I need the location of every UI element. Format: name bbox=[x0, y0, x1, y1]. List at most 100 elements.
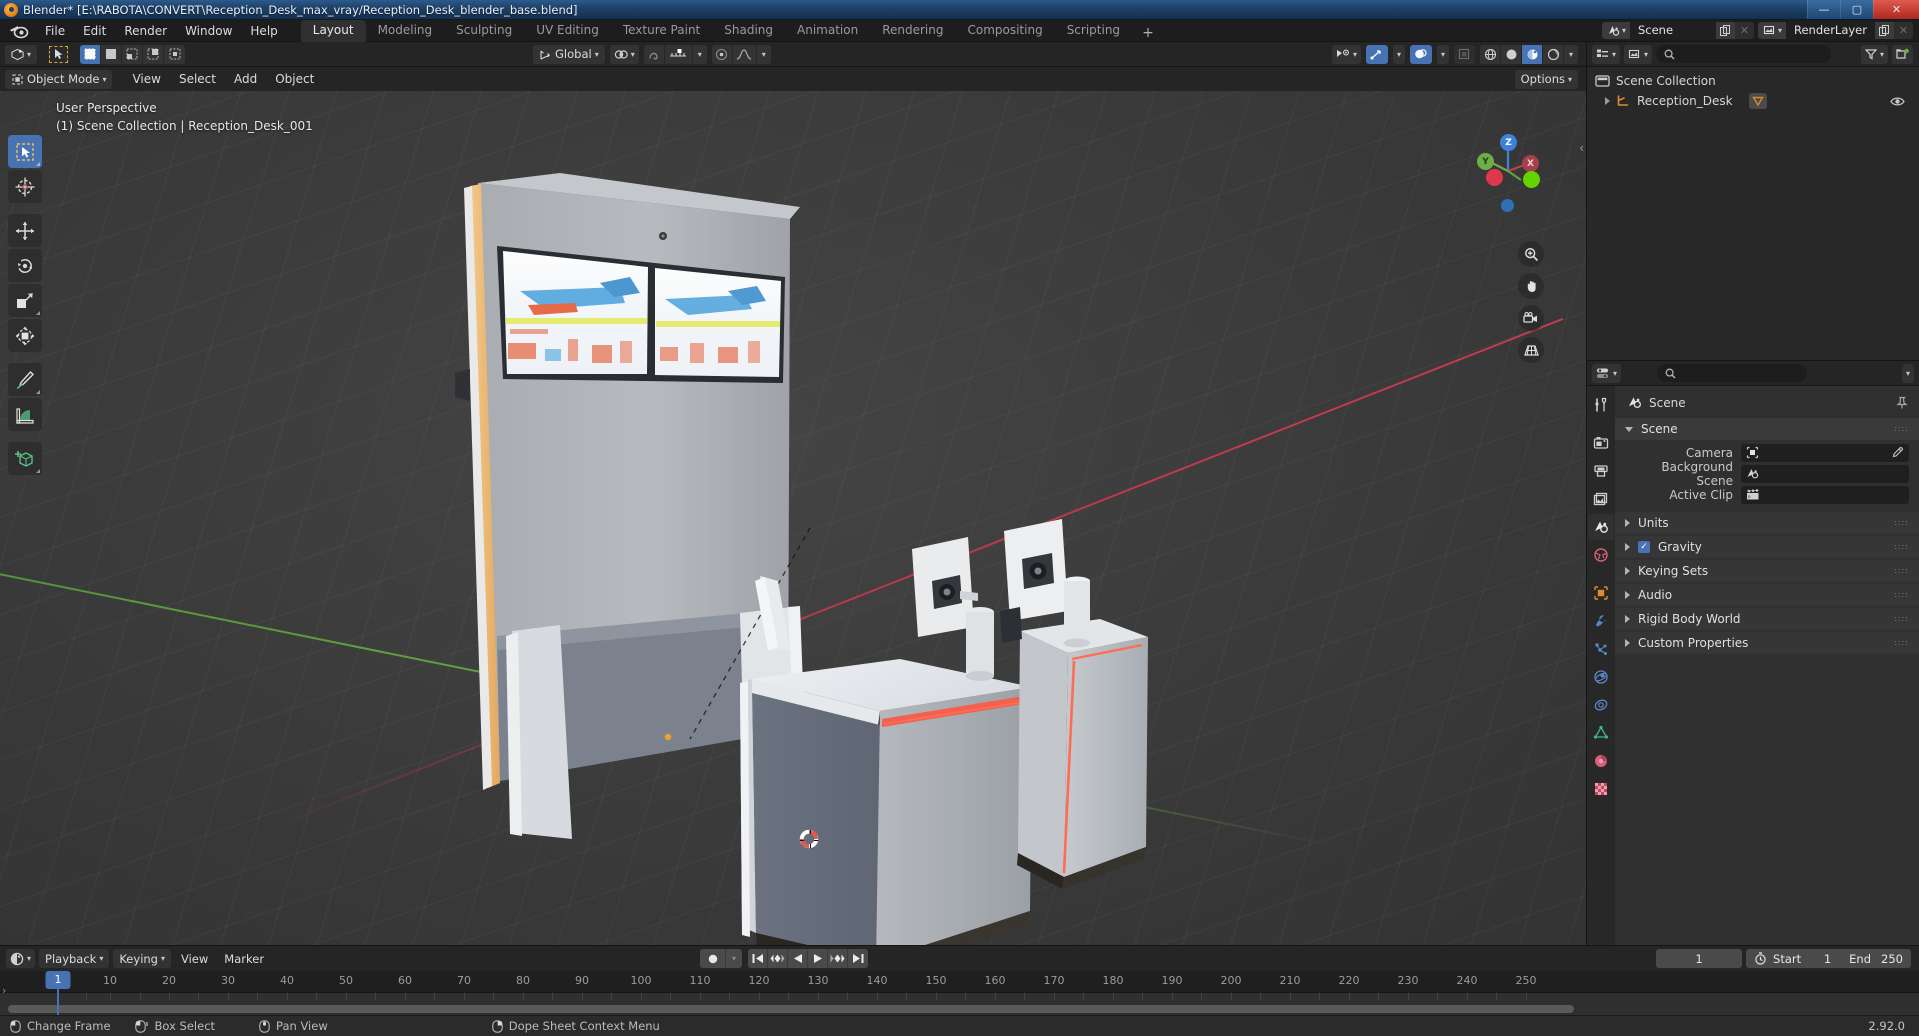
tab-output-icon[interactable] bbox=[1588, 458, 1614, 484]
panel-header-gravity[interactable]: ✓ Gravity :::: bbox=[1615, 536, 1919, 558]
tool-tweak-select-box[interactable] bbox=[8, 135, 42, 168]
new-viewlayer-button[interactable] bbox=[1875, 22, 1894, 39]
tool-move[interactable] bbox=[8, 214, 42, 247]
play-reverse-icon[interactable] bbox=[788, 949, 808, 968]
3d-viewport[interactable]: ▾ Global ▾ ▾ ▾ ▾ ▾ ▾ ▾ ▾ Object Mode ▾ V… bbox=[0, 42, 1586, 945]
tool-measure[interactable] bbox=[8, 398, 42, 431]
pivot-point-selector[interactable]: ▾ bbox=[609, 44, 639, 64]
tab-shading[interactable]: Shading bbox=[712, 20, 785, 42]
camera-field[interactable] bbox=[1741, 443, 1909, 462]
sidebar-toggle-arrow[interactable]: ‹ bbox=[1579, 141, 1584, 155]
jump-to-end-icon[interactable] bbox=[848, 949, 868, 968]
timeline-view-menu[interactable]: View bbox=[175, 949, 214, 968]
minimize-button[interactable]: — bbox=[1807, 0, 1840, 19]
active-clip-field[interactable]: o bbox=[1741, 485, 1909, 504]
overlays-dropdown-caret[interactable]: ▾ bbox=[1436, 44, 1449, 64]
select-invert-icon[interactable] bbox=[143, 44, 165, 64]
tab-viewlayer-icon[interactable] bbox=[1588, 486, 1614, 512]
timeline-editor[interactable]: ▾ Playback ▾ Keying ▾ View Marker ▾ 1 St… bbox=[0, 945, 1919, 1016]
tool-scale[interactable] bbox=[8, 284, 42, 317]
tab-world-icon[interactable] bbox=[1588, 542, 1614, 568]
tool-add-cube[interactable] bbox=[8, 442, 42, 475]
snap-toggle-icon[interactable] bbox=[644, 44, 665, 64]
auto-keying-group[interactable]: ▾ bbox=[700, 949, 742, 968]
tab-object-icon[interactable] bbox=[1588, 580, 1614, 606]
eyedropper-icon[interactable] bbox=[1891, 446, 1904, 459]
snapping-group[interactable]: ▾ bbox=[643, 44, 707, 64]
pan-hand-icon[interactable] bbox=[1518, 273, 1544, 299]
play-icon[interactable] bbox=[808, 949, 828, 968]
viewlayer-icon[interactable]: ▾ bbox=[1757, 22, 1786, 39]
scene-name-field[interactable]: Scene bbox=[1629, 22, 1716, 39]
rendered-shading-icon[interactable] bbox=[1543, 44, 1564, 64]
material-preview-shading-icon[interactable] bbox=[1522, 44, 1543, 64]
unlink-scene-button[interactable]: ✕ bbox=[1734, 22, 1754, 39]
tab-material-icon[interactable] bbox=[1588, 748, 1614, 774]
blender-logo-icon[interactable] bbox=[8, 22, 30, 40]
gizmo-axis-y[interactable]: Y bbox=[1477, 153, 1494, 170]
outliner-row-scene-collection[interactable]: Scene Collection bbox=[1587, 71, 1919, 91]
jump-to-start-icon[interactable] bbox=[748, 949, 768, 968]
visibility-selector[interactable]: ▾ bbox=[1331, 44, 1361, 64]
gizmo-axis-neg-z[interactable] bbox=[1501, 199, 1514, 212]
tab-modifier-icon[interactable] bbox=[1588, 608, 1614, 634]
timeline-marker-menu[interactable]: Marker bbox=[218, 949, 270, 968]
maximize-button[interactable]: ▢ bbox=[1840, 0, 1873, 19]
end-frame-value[interactable]: 250 bbox=[1877, 952, 1903, 966]
zoom-icon[interactable] bbox=[1518, 241, 1544, 267]
tab-tool-icon[interactable] bbox=[1588, 392, 1614, 418]
proportional-edit-icon[interactable] bbox=[712, 44, 733, 64]
viewport-menu-add[interactable]: Add bbox=[226, 70, 265, 88]
visibility-eye-icon[interactable] bbox=[1890, 96, 1905, 107]
outliner-editor-type-icon[interactable]: ▾ bbox=[1592, 44, 1621, 64]
panel-header-custom-properties[interactable]: Custom Properties :::: bbox=[1615, 632, 1919, 654]
start-frame-value[interactable]: 1 bbox=[1807, 952, 1831, 966]
properties-search-input[interactable] bbox=[1657, 364, 1808, 382]
panel-header-scene[interactable]: Scene :::: bbox=[1615, 418, 1919, 440]
tab-uv-editing[interactable]: UV Editing bbox=[524, 20, 611, 42]
gravity-checkbox[interactable]: ✓ bbox=[1638, 541, 1650, 553]
tab-animation[interactable]: Animation bbox=[785, 20, 870, 42]
viewport-menu-view[interactable]: View bbox=[124, 70, 168, 88]
timeline-playback-menu[interactable]: Playback ▾ bbox=[39, 949, 110, 968]
menu-render[interactable]: Render bbox=[115, 21, 176, 41]
tab-physics-icon[interactable] bbox=[1588, 664, 1614, 690]
wireframe-shading-icon[interactable] bbox=[1480, 44, 1501, 64]
tab-render-icon[interactable] bbox=[1588, 430, 1614, 456]
interaction-mode-selector[interactable]: Object Mode ▾ bbox=[5, 69, 113, 89]
gizmo-axis-x[interactable]: X bbox=[1522, 155, 1539, 172]
tab-layout[interactable]: Layout bbox=[300, 19, 366, 42]
viewport-menu-object[interactable]: Object bbox=[267, 70, 322, 88]
tab-scene-icon[interactable] bbox=[1588, 514, 1614, 540]
tool-annotate[interactable] bbox=[8, 363, 42, 396]
panel-collapse-arrow-icon[interactable] bbox=[1625, 426, 1633, 432]
gizmo-axis-neg-x[interactable] bbox=[1523, 171, 1540, 188]
camera-view-icon[interactable] bbox=[1518, 305, 1544, 331]
show-overlays-toggle[interactable] bbox=[1409, 44, 1432, 64]
properties-options-caret[interactable]: ▾ bbox=[1901, 363, 1914, 383]
tool-rotate[interactable] bbox=[8, 249, 42, 282]
timeline-horizontal-scrollbar[interactable] bbox=[8, 1005, 1574, 1013]
close-button[interactable]: ✕ bbox=[1873, 0, 1919, 19]
viewport-canvas[interactable]: User Perspective (1) Scene Collection | … bbox=[0, 91, 1586, 945]
menu-file[interactable]: File bbox=[36, 21, 74, 41]
panel-header-units[interactable]: Units :::: bbox=[1615, 512, 1919, 534]
properties-editor-type-icon[interactable]: ▾ bbox=[1592, 363, 1622, 383]
toggle-perspective-icon[interactable] bbox=[1518, 337, 1544, 363]
scene-selector[interactable]: ▾ Scene ✕ bbox=[1601, 22, 1754, 39]
current-frame-field[interactable]: 1 bbox=[1656, 949, 1743, 968]
falloff-dropdown-caret[interactable]: ▾ bbox=[757, 45, 771, 64]
tab-constraint-icon[interactable] bbox=[1588, 692, 1614, 718]
timeline-editor-type-icon[interactable]: ▾ bbox=[6, 949, 36, 968]
viewlayer-selector[interactable]: ▾ RenderLayer ✕ bbox=[1757, 22, 1913, 39]
proportional-edit-group[interactable]: ▾ bbox=[711, 44, 771, 64]
tab-sculpting[interactable]: Sculpting bbox=[444, 20, 524, 42]
outliner-row-reception-desk[interactable]: Reception_Desk bbox=[1587, 91, 1919, 111]
tweak-tool-icon[interactable] bbox=[48, 44, 70, 64]
tab-rendering[interactable]: Rendering bbox=[870, 20, 955, 42]
gizmo-dropdown-caret[interactable]: ▾ bbox=[1392, 44, 1405, 64]
menu-help[interactable]: Help bbox=[241, 21, 286, 41]
background-scene-field[interactable] bbox=[1741, 464, 1909, 483]
panel-header-rigid-body-world[interactable]: Rigid Body World :::: bbox=[1615, 608, 1919, 630]
solid-shading-icon[interactable] bbox=[1501, 44, 1522, 64]
